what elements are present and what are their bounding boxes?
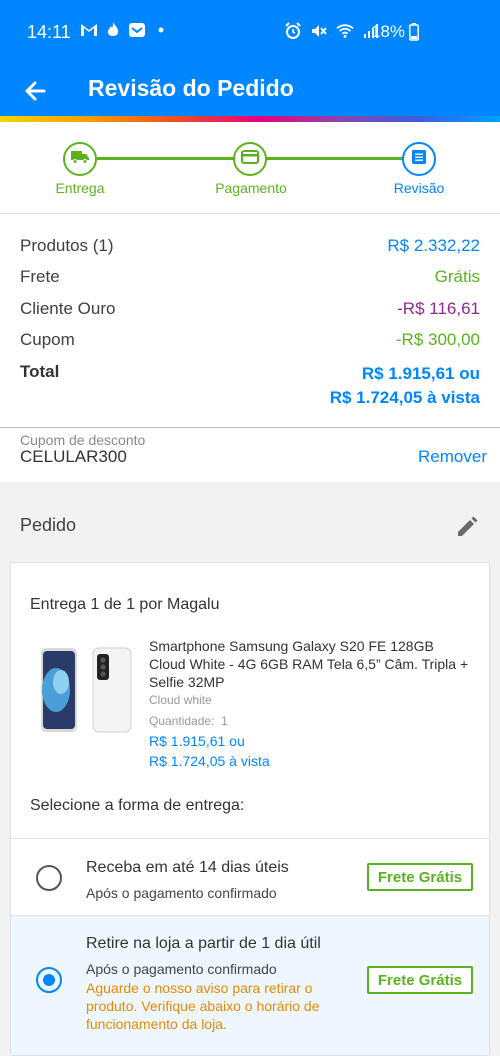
notification-icons [80, 21, 170, 39]
remove-coupon-button[interactable]: Remover [418, 447, 487, 467]
delivery-option-home[interactable]: Receba em até 14 dias úteis Após o pagam… [11, 838, 489, 915]
step-connector [80, 157, 250, 160]
summary-row-coupon: Cupom -R$ 300,00 [20, 330, 480, 352]
products-value: R$ 2.332,22 [387, 236, 480, 255]
flame-icon [104, 21, 122, 39]
product-name[interactable]: Smartphone Samsung Galaxy S20 FE 128GB C… [149, 637, 469, 691]
system-icons [284, 22, 380, 40]
products-label: Produtos (1) [20, 236, 114, 255]
arrow-left-icon[interactable] [20, 75, 52, 107]
step-label-payment: Pagamento [215, 180, 287, 196]
page-title: Revisão do Pedido [88, 75, 294, 101]
step-label-review: Revisão [393, 180, 445, 196]
coupon-code: CELULAR300 [20, 447, 127, 466]
radio-store-pickup[interactable] [36, 967, 62, 993]
product-price-cash: R$ 1.724,05 à vista [149, 753, 270, 769]
mute-icon [310, 22, 328, 40]
step-connector [250, 157, 419, 160]
status-time: 14:11 [27, 22, 71, 42]
order-section-title: Pedido [20, 515, 77, 535]
freight-value: Grátis [434, 267, 480, 286]
status-bar: 14:11 18% [0, 0, 500, 66]
app-bar: Revisão do Pedido [0, 66, 500, 116]
truck-icon [71, 150, 89, 169]
order-section-header: Pedido [0, 482, 500, 562]
alarm-icon [284, 22, 302, 40]
checkout-stepper: Entrega Pagamento Revisão [0, 122, 500, 214]
battery-level: 18% [371, 22, 406, 41]
delivery-option-subtitle: Após o pagamento confirmado [86, 885, 277, 901]
pickup-warning: Aguarde o nosso aviso para retirar o pro… [86, 980, 320, 1032]
shipment-title: Entrega 1 de 1 por Magalu [30, 596, 220, 613]
total-value: R$ 1.915,61 ou R$ 1.724,05 à vista [330, 362, 480, 410]
step-delivery[interactable] [63, 142, 97, 176]
coupon-caption: Cupom de desconto [20, 432, 146, 448]
product-quantity: Quantidade: 1 [149, 714, 228, 728]
document-icon [411, 149, 427, 170]
summary-row-products: Produtos (1) R$ 2.332,22 [20, 236, 480, 258]
quantity-label: Quantidade: [149, 714, 215, 728]
delivery-option-store-pickup[interactable]: Retire na loja a partir de 1 dia útil Ap… [11, 915, 489, 1055]
delivery-option-title: Receba em até 14 dias úteis [86, 859, 289, 876]
product-price-installment: R$ 1.915,61 ou [149, 733, 245, 749]
coupon-value: -R$ 300,00 [395, 330, 480, 349]
total-value-installment: R$ 1.915,61 ou [361, 364, 480, 383]
total-value-cash: R$ 1.724,05 à vista [329, 388, 480, 407]
delivery-method-title: Selecione a forma de entrega: [30, 797, 245, 814]
coupon-field: Cupom de desconto CELULAR300 Remover [0, 427, 500, 482]
coupon-label: Cupom [20, 330, 75, 349]
step-review[interactable] [402, 142, 436, 176]
radio-home-delivery[interactable] [36, 865, 62, 891]
pencil-icon[interactable] [454, 514, 480, 540]
summary-row-total: Total R$ 1.915,61 ou R$ 1.724,05 à vista [20, 362, 480, 412]
summary-row-gold: Cliente Ouro -R$ 116,61 [20, 299, 480, 321]
free-shipping-badge: Frete Grátis [367, 966, 473, 994]
wifi-icon [336, 22, 354, 40]
battery-icon [409, 23, 419, 46]
dot-icon [152, 21, 170, 39]
shipment-card: Entrega 1 de 1 por Magalu Smartphone Sam… [10, 562, 490, 1056]
step-payment[interactable] [233, 142, 267, 176]
free-shipping-badge: Frete Grátis [367, 863, 473, 891]
freight-label: Frete [20, 267, 60, 286]
gold-client-value: -R$ 116,61 [397, 299, 480, 318]
card-icon [241, 149, 259, 169]
mail-badge-icon [128, 21, 146, 39]
total-label: Total [20, 362, 60, 381]
delivery-option-title: Retire na loja a partir de 1 dia útil [86, 935, 321, 952]
order-summary: Produtos (1) R$ 2.332,22 Frete Grátis Cl… [0, 214, 500, 427]
gold-client-label: Cliente Ouro [20, 299, 116, 318]
delivery-option-subtitle: Após o pagamento confirmado [86, 961, 277, 977]
quantity-value: 1 [221, 714, 228, 728]
summary-row-freight: Frete Grátis [20, 267, 480, 289]
product-image[interactable] [39, 646, 145, 734]
product-color: Cloud white [149, 693, 212, 707]
gmail-icon [80, 21, 98, 39]
step-label-delivery: Entrega [55, 180, 105, 196]
